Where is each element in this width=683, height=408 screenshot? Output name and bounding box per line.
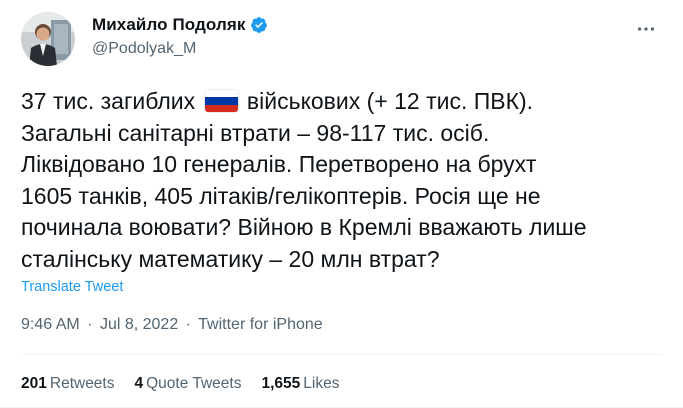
verified-badge-icon [250,17,267,33]
tweet-line: Загальні санітарні втрати – 98-117 тис. … [21,119,490,146]
likes-label: Likes [303,375,340,392]
russian-flag-icon [204,90,238,112]
meta-separator: · [185,316,191,333]
quote-tweets-stat[interactable]: 4 Quote Tweets [135,375,242,393]
translate-tweet-link[interactable]: Translate Tweet [21,279,123,295]
avatar[interactable] [21,12,75,66]
tweet-text: 37 тис. загиблих військових (+ 12 тис. П… [21,86,671,275]
tweet-line-segment: 37 тис. загиблих [21,88,202,114]
retweets-label: Retweets [49,375,115,392]
author-name-row: Михайло Подоляк [92,15,268,35]
more-options-icon[interactable] [635,18,657,40]
tweet-time[interactable]: 9:46 AM [21,316,80,333]
tweet-card: Михайло Подоляк @Podolyak_M 37 тис. заги… [0,0,683,408]
author-display-name[interactable]: Михайло Подоляк [92,15,246,35]
author-handle[interactable]: @Podolyak_M [92,40,196,58]
likes-count: 1,655 [261,375,301,392]
likes-stat[interactable]: 1,655 Likes [261,375,339,393]
tweet-line: Ліквідовано 10 генералів. Перетворено на… [21,151,537,177]
retweets-stat[interactable]: 201 Retweets [21,375,115,393]
tweet-line: 37 тис. загиблих військових (+ 12 тис. П… [21,86,671,118]
avatar-icon [21,12,75,66]
meta-separator: · [87,316,93,333]
tweet-date[interactable]: Jul 8, 2022 [100,316,178,333]
tweet-line: сталінську математику – 20 млн втрат? [21,245,440,272]
tweet-line: починала воювати? Війною в Кремлі вважаю… [21,214,587,240]
divider [21,354,662,355]
quote-tweets-count: 4 [134,375,144,392]
tweet-source[interactable]: Twitter for iPhone [198,316,323,333]
retweets-count: 201 [21,375,47,392]
tweet-stats: 201 Retweets 4 Quote Tweets 1,655 Likes [21,375,339,393]
tweet-line-segment: військових (+ 12 тис. ПВК). [240,88,534,114]
quote-tweets-label: Quote Tweets [146,375,242,392]
tweet-meta: 9:46 AM · Jul 8, 2022 · Twitter for iPho… [21,316,323,334]
tweet-line: 1605 танків, 405 літаків/гелікоптерів. Р… [21,182,541,209]
